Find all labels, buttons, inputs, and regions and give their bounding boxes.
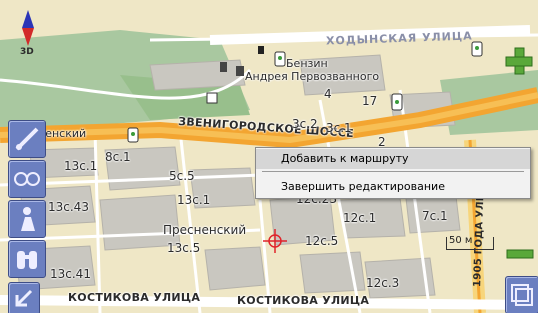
mode-3d-label: 3D xyxy=(20,47,34,57)
person-icon xyxy=(21,207,35,231)
building-label: 12с.3 xyxy=(366,276,400,290)
glasses-button[interactable] xyxy=(8,160,46,198)
building-label: 13с.41 xyxy=(50,267,91,281)
building-label: 3с.1 xyxy=(326,121,352,135)
binoculars-button[interactable] xyxy=(8,240,46,278)
route-icon xyxy=(15,127,39,151)
building-label: 12с.1 xyxy=(343,211,377,225)
zoom-in-button[interactable] xyxy=(504,46,534,76)
building-label: 13с.1 xyxy=(64,159,98,173)
street-label-kostikova-right: КОСТИКОВА УЛИЦА xyxy=(237,294,370,307)
scale-label: 50 м xyxy=(449,235,473,246)
minus-icon xyxy=(506,249,534,259)
window-button[interactable] xyxy=(505,276,538,313)
building-label: 13с.43 xyxy=(48,200,89,214)
building-label: 13с.1 xyxy=(177,193,211,207)
glasses-icon xyxy=(14,172,40,186)
building-label: 5с.5 xyxy=(169,169,195,183)
menu-arrow-button[interactable] xyxy=(8,282,40,313)
menu-separator xyxy=(262,171,524,172)
binoculars-icon xyxy=(17,251,37,269)
navigator-app: 3D ХОДЫНСКАЯ УЛИЦА Бензин Андрея Первозв… xyxy=(0,0,538,313)
poi-label-church: Андрея Первозванного xyxy=(245,70,380,83)
fuel-icon xyxy=(258,46,264,54)
building-label: 17 xyxy=(362,94,378,108)
building-label: 8с.1 xyxy=(105,150,131,164)
building-label: 12с.5 xyxy=(305,234,339,248)
building-label: 7с.1 xyxy=(422,209,448,223)
zoom-out-button[interactable] xyxy=(506,244,534,259)
building-label: 4 xyxy=(324,87,332,101)
route-button[interactable] xyxy=(8,120,46,158)
menu-item-add-to-route[interactable]: Добавить к маршруту xyxy=(256,149,530,169)
scale-bar: 50 м xyxy=(446,235,494,250)
district-label-presnenskiy: Пресненский xyxy=(163,223,247,237)
building-label: 13с.5 xyxy=(167,241,201,255)
arrow-down-left-icon xyxy=(15,289,33,307)
poi-label-fuel: Бензин xyxy=(286,57,328,70)
building-label: 3с.2 xyxy=(292,117,318,131)
street-label-kostikova-left: КОСТИКОВА УЛИЦА xyxy=(68,291,201,304)
context-menu: Добавить к маршруту Завершить редактиров… xyxy=(255,147,531,199)
window-icon xyxy=(511,284,533,306)
menu-item-finish-editing[interactable]: Завершить редактирование xyxy=(256,177,530,197)
person-button[interactable] xyxy=(8,200,46,238)
plus-icon xyxy=(505,47,533,75)
